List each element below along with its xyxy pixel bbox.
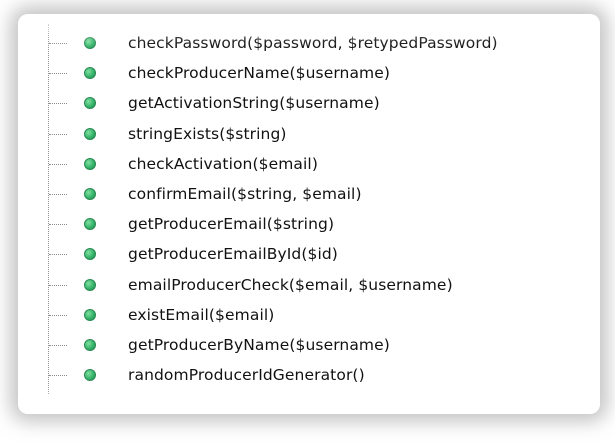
public-method-icon [84, 67, 96, 80]
method-outline-tree: checkPassword($password, $retypedPasswor… [44, 28, 600, 390]
tree-item-3[interactable]: stringExists($string) [44, 119, 600, 149]
public-method-icon [84, 338, 96, 351]
tree-item-6[interactable]: getProducerEmail($string) [44, 209, 600, 239]
outline-panel: checkPassword($password, $retypedPasswor… [18, 14, 600, 414]
method-label: checkActivation($email) [128, 154, 318, 173]
tree-item-2[interactable]: getActivationString($username) [44, 88, 600, 118]
public-method-icon [84, 218, 96, 231]
method-label: checkPassword($password, $retypedPasswor… [128, 34, 498, 53]
tree-connector [49, 224, 67, 226]
tree-connector [49, 254, 67, 256]
public-method-icon [84, 157, 96, 170]
tree-connector [49, 375, 67, 377]
method-label: stringExists($string) [128, 124, 287, 143]
public-method-icon [84, 308, 96, 321]
public-method-icon [84, 97, 96, 110]
tree-item-1[interactable]: checkProducerName($username) [44, 58, 600, 88]
method-label: confirmEmail($string, $email) [128, 185, 362, 204]
method-label: getProducerEmail($string) [128, 215, 335, 234]
tree-connector [49, 103, 67, 105]
public-method-icon [84, 369, 96, 382]
method-label: checkProducerName($username) [128, 64, 391, 83]
method-label: existEmail($email) [128, 305, 275, 324]
tree-connector [49, 133, 67, 135]
method-label: emailProducerCheck($email, $username) [128, 275, 453, 294]
tree-connector [49, 344, 67, 346]
tree-item-11[interactable]: randomProducerIdGenerator() [44, 360, 600, 390]
method-label: getProducerEmailById($id) [128, 245, 338, 264]
public-method-icon [84, 188, 96, 201]
tree-item-7[interactable]: getProducerEmailById($id) [44, 239, 600, 269]
tree-item-9[interactable]: existEmail($email) [44, 300, 600, 330]
tree-item-8[interactable]: emailProducerCheck($email, $username) [44, 270, 600, 300]
method-label: randomProducerIdGenerator() [128, 366, 365, 385]
tree-connector [49, 314, 67, 316]
tree-connector [49, 73, 67, 75]
tree-connector [49, 43, 67, 45]
public-method-icon [84, 278, 96, 291]
tree-item-10[interactable]: getProducerByName($username) [44, 330, 600, 360]
method-label: getProducerByName($username) [128, 335, 390, 354]
public-method-icon [84, 248, 96, 261]
tree-item-5[interactable]: confirmEmail($string, $email) [44, 179, 600, 209]
tree-item-0[interactable]: checkPassword($password, $retypedPasswor… [44, 28, 600, 58]
tree-connector [49, 163, 67, 165]
tree-connector [49, 284, 67, 286]
tree-item-4[interactable]: checkActivation($email) [44, 149, 600, 179]
tree-connector [49, 194, 67, 196]
public-method-icon [84, 37, 96, 50]
public-method-icon [84, 127, 96, 140]
method-label: getActivationString($username) [128, 94, 380, 113]
